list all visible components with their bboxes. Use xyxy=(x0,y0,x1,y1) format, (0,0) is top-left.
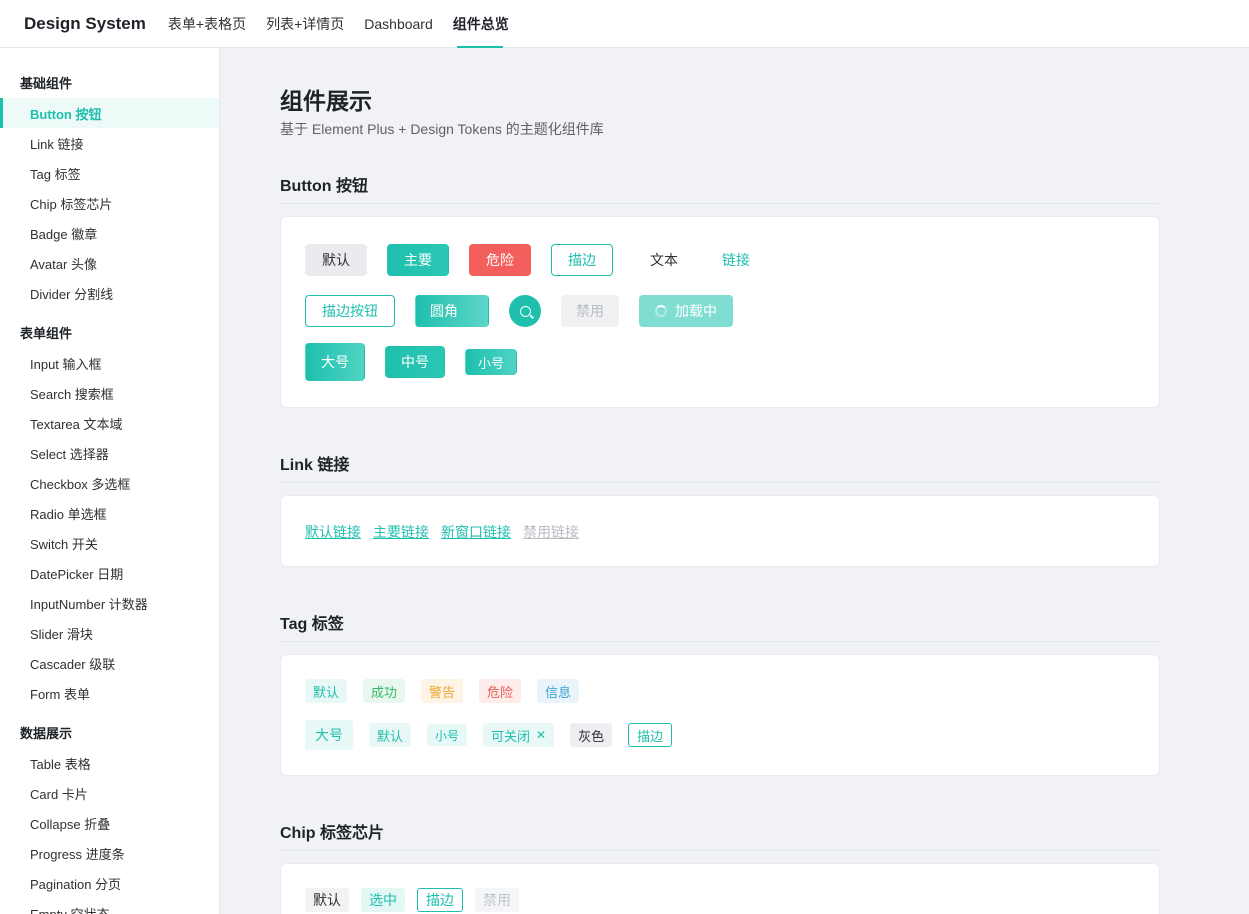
sidebar-group-basic: 基础组件 Button 按钮 Link 链接 Tag 标签 Chip 标签芯片 … xyxy=(0,48,219,308)
page-subtitle: 基于 Element Plus + Design Tokens 的主题化组件库 xyxy=(280,121,604,137)
sidebar-item-select[interactable]: Select 选择器 xyxy=(0,438,219,468)
medium-button[interactable]: 中号 xyxy=(385,346,445,378)
sidebar-item-collapse[interactable]: Collapse 折叠 xyxy=(0,808,219,838)
tag-row-types: 默认 成功 警告 危险 信息 xyxy=(305,679,595,703)
button-row-types: 默认 主要 危险 描边 文本 链接 xyxy=(305,244,777,276)
sidebar-item-slider[interactable]: Slider 滑块 xyxy=(0,618,219,648)
disabled-button: 禁用 xyxy=(561,295,619,327)
sidebar-item-pagination[interactable]: Pagination 分页 xyxy=(0,868,219,898)
sidebar-item-input[interactable]: Input 输入框 xyxy=(0,348,219,378)
link-row: 默认链接 主要链接 新窗口链接 禁用链接 xyxy=(305,522,591,542)
tag-default-size: 默认 xyxy=(369,723,412,747)
section-title-chip: Chip 标签芯片 xyxy=(280,815,1159,851)
sidebar-item-button[interactable]: Button 按钮 xyxy=(0,98,219,128)
text-button[interactable]: 文本 xyxy=(633,244,695,276)
default-button[interactable]: 默认 xyxy=(305,244,367,276)
sidebar-item-checkbox[interactable]: Checkbox 多选框 xyxy=(0,468,219,498)
sidebar-item-divider[interactable]: Divider 分割线 xyxy=(0,278,219,308)
nav-item-dashboard[interactable]: Dashboard xyxy=(354,0,443,48)
circle-search-button[interactable] xyxy=(509,295,541,327)
tag-outline: 描边 xyxy=(628,723,673,747)
tag-info: 信息 xyxy=(537,679,580,703)
link-demo-card: 默认链接 主要链接 新窗口链接 禁用链接 xyxy=(280,495,1160,567)
spinner-icon xyxy=(655,305,667,317)
tag-danger: 危险 xyxy=(479,679,522,703)
chip-selected[interactable]: 选中 xyxy=(361,888,405,912)
nav-item-form-table[interactable]: 表单+表格页 xyxy=(158,0,256,48)
sidebar-item-cascader[interactable]: Cascader 级联 xyxy=(0,648,219,678)
sidebar-group-title: 表单组件 xyxy=(20,325,73,341)
section-title-tag: Tag 标签 xyxy=(280,606,1159,642)
sidebar-group-data: 数据展示 Table 表格 Card 卡片 Collapse 折叠 Progre… xyxy=(0,708,219,914)
sidebar-group-title: 数据展示 xyxy=(20,725,73,741)
tag-closable-label: 可关闭 xyxy=(491,728,531,744)
button-row-sizes: 大号 中号 小号 xyxy=(305,343,537,381)
tag-large: 大号 xyxy=(305,720,353,750)
danger-button[interactable]: 危险 xyxy=(469,244,531,276)
sidebar-item-table[interactable]: Table 表格 xyxy=(0,748,219,778)
sidebar-item-avatar[interactable]: Avatar 头像 xyxy=(0,248,219,278)
tag-demo-card: 默认 成功 警告 危险 信息 大号 默认 小号 可关闭 ✕ 灰色 描边 xyxy=(280,654,1160,776)
search-icon xyxy=(519,305,531,317)
sidebar-item-radio[interactable]: Radio 单选框 xyxy=(0,498,219,528)
loading-button: 加载中 xyxy=(639,295,733,327)
sidebar-item-badge[interactable]: Badge 徽章 xyxy=(0,218,219,248)
chip-row: 默认 选中 描边 禁用 xyxy=(305,888,531,912)
chip-outline[interactable]: 描边 xyxy=(417,888,463,912)
main-content: 组件展示 基于 Element Plus + Design Tokens 的主题… xyxy=(220,48,1249,914)
tag-small: 小号 xyxy=(427,724,468,746)
outline-text-button[interactable]: 描边按钮 xyxy=(305,295,395,327)
disabled-link: 禁用链接 xyxy=(523,524,579,540)
page-title: 组件展示 xyxy=(280,88,372,114)
section-title-button: Button 按钮 xyxy=(280,168,1159,204)
section-title-link: Link 链接 xyxy=(280,447,1159,483)
tag-closable: 可关闭 ✕ xyxy=(483,723,555,747)
small-button[interactable]: 小号 xyxy=(465,349,517,375)
sidebar-item-textarea[interactable]: Textarea 文本域 xyxy=(0,408,219,438)
sidebar-item-datepicker[interactable]: DatePicker 日期 xyxy=(0,558,219,588)
large-button[interactable]: 大号 xyxy=(305,343,365,381)
tag-row-variants: 大号 默认 小号 可关闭 ✕ 灰色 描边 xyxy=(305,720,688,750)
sidebar-group-form: 表单组件 Input 输入框 Search 搜索框 Textarea 文本域 S… xyxy=(0,308,219,708)
chip-demo-card: 默认 选中 描边 禁用 xyxy=(280,863,1160,914)
top-nav: Design System 表单+表格页 列表+详情页 Dashboard 组件… xyxy=(0,0,1249,48)
round-button[interactable]: 圆角 xyxy=(415,295,489,327)
new-window-link[interactable]: 新窗口链接 xyxy=(441,522,511,542)
close-icon[interactable]: ✕ xyxy=(536,728,546,742)
button-row-variants: 描边按钮 圆角 禁用 加载中 xyxy=(305,295,753,327)
sidebar-item-search[interactable]: Search 搜索框 xyxy=(0,378,219,408)
sidebar-item-inputnumber[interactable]: InputNumber 计数器 xyxy=(0,588,219,618)
chip-disabled: 禁用 xyxy=(475,888,519,912)
tag-success: 成功 xyxy=(363,679,406,703)
sidebar-item-link[interactable]: Link 链接 xyxy=(0,128,219,158)
sidebar-item-switch[interactable]: Switch 开关 xyxy=(0,528,219,558)
chip-default[interactable]: 默认 xyxy=(305,888,349,912)
sidebar-group-title: 基础组件 xyxy=(20,75,73,91)
sidebar-item-card[interactable]: Card 卡片 xyxy=(0,778,219,808)
link-button[interactable]: 链接 xyxy=(715,244,757,276)
nav-item-components[interactable]: 组件总览 xyxy=(443,0,519,48)
tag-default: 默认 xyxy=(305,679,348,703)
sidebar-item-progress[interactable]: Progress 进度条 xyxy=(0,838,219,868)
primary-button[interactable]: 主要 xyxy=(387,244,449,276)
button-demo-card: 默认 主要 危险 描边 文本 链接 描边按钮 圆角 禁用 加载中 大号 中号 小… xyxy=(280,216,1160,408)
tag-warning: 警告 xyxy=(421,679,464,703)
nav-item-list-detail[interactable]: 列表+详情页 xyxy=(256,0,354,48)
brand-title[interactable]: Design System xyxy=(24,14,146,34)
sidebar-item-form[interactable]: Form 表单 xyxy=(0,678,219,708)
outline-button[interactable]: 描边 xyxy=(551,244,613,276)
sidebar: 基础组件 Button 按钮 Link 链接 Tag 标签 Chip 标签芯片 … xyxy=(0,48,220,914)
default-link[interactable]: 默认链接 xyxy=(305,522,361,542)
sidebar-item-chip[interactable]: Chip 标签芯片 xyxy=(0,188,219,218)
sidebar-item-empty[interactable]: Empty 空状态 xyxy=(0,898,219,914)
primary-link[interactable]: 主要链接 xyxy=(373,522,429,542)
sidebar-item-tag[interactable]: Tag 标签 xyxy=(0,158,219,188)
loading-button-label: 加载中 xyxy=(675,303,717,319)
tag-gray: 灰色 xyxy=(570,723,613,747)
